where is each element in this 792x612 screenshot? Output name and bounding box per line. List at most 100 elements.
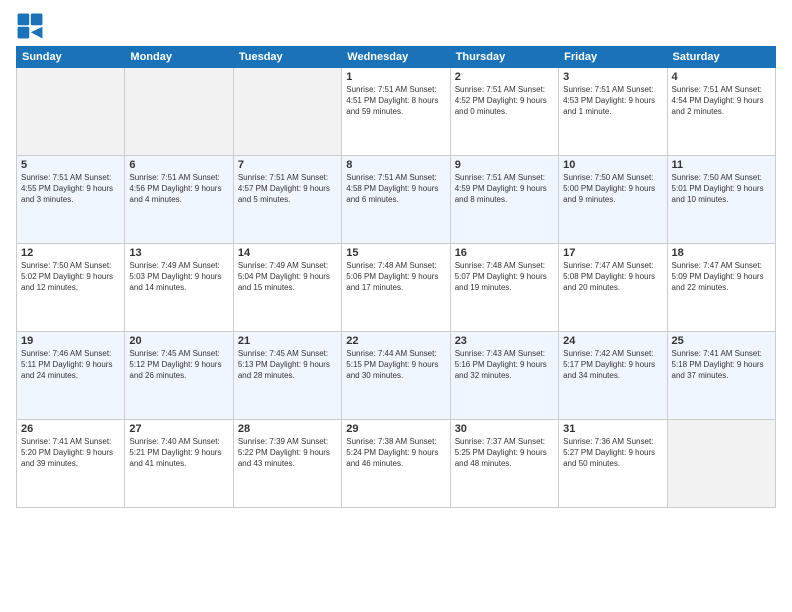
day-info: Sunrise: 7:40 AM Sunset: 5:21 PM Dayligh… (129, 436, 228, 470)
calendar-cell: 31Sunrise: 7:36 AM Sunset: 5:27 PM Dayli… (559, 420, 667, 508)
calendar-cell: 12Sunrise: 7:50 AM Sunset: 5:02 PM Dayli… (17, 244, 125, 332)
day-info: Sunrise: 7:47 AM Sunset: 5:08 PM Dayligh… (563, 260, 662, 294)
day-header-sunday: Sunday (17, 47, 125, 68)
calendar-cell: 16Sunrise: 7:48 AM Sunset: 5:07 PM Dayli… (450, 244, 558, 332)
day-info: Sunrise: 7:51 AM Sunset: 4:52 PM Dayligh… (455, 84, 554, 118)
header (16, 12, 776, 40)
day-info: Sunrise: 7:45 AM Sunset: 5:12 PM Dayligh… (129, 348, 228, 382)
day-number: 10 (563, 159, 662, 171)
day-info: Sunrise: 7:50 AM Sunset: 5:00 PM Dayligh… (563, 172, 662, 206)
calendar-body: 1Sunrise: 7:51 AM Sunset: 4:51 PM Daylig… (17, 68, 776, 508)
calendar-cell: 25Sunrise: 7:41 AM Sunset: 5:18 PM Dayli… (667, 332, 775, 420)
day-info: Sunrise: 7:43 AM Sunset: 5:16 PM Dayligh… (455, 348, 554, 382)
calendar-week-5: 26Sunrise: 7:41 AM Sunset: 5:20 PM Dayli… (17, 420, 776, 508)
calendar-week-3: 12Sunrise: 7:50 AM Sunset: 5:02 PM Dayli… (17, 244, 776, 332)
calendar-cell: 26Sunrise: 7:41 AM Sunset: 5:20 PM Dayli… (17, 420, 125, 508)
day-number: 19 (21, 335, 120, 347)
calendar-cell: 15Sunrise: 7:48 AM Sunset: 5:06 PM Dayli… (342, 244, 450, 332)
day-number: 6 (129, 159, 228, 171)
calendar-cell: 18Sunrise: 7:47 AM Sunset: 5:09 PM Dayli… (667, 244, 775, 332)
day-info: Sunrise: 7:51 AM Sunset: 4:53 PM Dayligh… (563, 84, 662, 118)
day-number: 27 (129, 423, 228, 435)
day-number: 13 (129, 247, 228, 259)
calendar-cell: 10Sunrise: 7:50 AM Sunset: 5:00 PM Dayli… (559, 156, 667, 244)
day-number: 3 (563, 71, 662, 83)
day-info: Sunrise: 7:41 AM Sunset: 5:20 PM Dayligh… (21, 436, 120, 470)
day-number: 31 (563, 423, 662, 435)
calendar-cell: 4Sunrise: 7:51 AM Sunset: 4:54 PM Daylig… (667, 68, 775, 156)
day-number: 21 (238, 335, 337, 347)
day-info: Sunrise: 7:51 AM Sunset: 4:51 PM Dayligh… (346, 84, 445, 118)
calendar-cell: 22Sunrise: 7:44 AM Sunset: 5:15 PM Dayli… (342, 332, 450, 420)
calendar-cell: 17Sunrise: 7:47 AM Sunset: 5:08 PM Dayli… (559, 244, 667, 332)
day-number: 14 (238, 247, 337, 259)
day-number: 8 (346, 159, 445, 171)
calendar-cell (667, 420, 775, 508)
day-header-wednesday: Wednesday (342, 47, 450, 68)
day-number: 25 (672, 335, 771, 347)
day-info: Sunrise: 7:47 AM Sunset: 5:09 PM Dayligh… (672, 260, 771, 294)
calendar-cell: 1Sunrise: 7:51 AM Sunset: 4:51 PM Daylig… (342, 68, 450, 156)
day-number: 15 (346, 247, 445, 259)
day-info: Sunrise: 7:50 AM Sunset: 5:01 PM Dayligh… (672, 172, 771, 206)
calendar-cell: 28Sunrise: 7:39 AM Sunset: 5:22 PM Dayli… (233, 420, 341, 508)
day-info: Sunrise: 7:46 AM Sunset: 5:11 PM Dayligh… (21, 348, 120, 382)
day-number: 29 (346, 423, 445, 435)
day-number: 7 (238, 159, 337, 171)
day-info: Sunrise: 7:36 AM Sunset: 5:27 PM Dayligh… (563, 436, 662, 470)
day-header-saturday: Saturday (667, 47, 775, 68)
day-header-tuesday: Tuesday (233, 47, 341, 68)
day-info: Sunrise: 7:38 AM Sunset: 5:24 PM Dayligh… (346, 436, 445, 470)
day-number: 30 (455, 423, 554, 435)
day-number: 23 (455, 335, 554, 347)
day-number: 26 (21, 423, 120, 435)
day-info: Sunrise: 7:41 AM Sunset: 5:18 PM Dayligh… (672, 348, 771, 382)
day-header-friday: Friday (559, 47, 667, 68)
day-info: Sunrise: 7:51 AM Sunset: 4:55 PM Dayligh… (21, 172, 120, 206)
day-number: 18 (672, 247, 771, 259)
calendar-cell: 30Sunrise: 7:37 AM Sunset: 5:25 PM Dayli… (450, 420, 558, 508)
day-info: Sunrise: 7:49 AM Sunset: 5:03 PM Dayligh… (129, 260, 228, 294)
calendar-cell: 29Sunrise: 7:38 AM Sunset: 5:24 PM Dayli… (342, 420, 450, 508)
calendar-cell: 20Sunrise: 7:45 AM Sunset: 5:12 PM Dayli… (125, 332, 233, 420)
calendar-cell: 19Sunrise: 7:46 AM Sunset: 5:11 PM Dayli… (17, 332, 125, 420)
logo-icon (16, 12, 44, 40)
day-number: 1 (346, 71, 445, 83)
day-number: 2 (455, 71, 554, 83)
calendar-header-row: SundayMondayTuesdayWednesdayThursdayFrid… (17, 47, 776, 68)
day-number: 17 (563, 247, 662, 259)
calendar-cell: 24Sunrise: 7:42 AM Sunset: 5:17 PM Dayli… (559, 332, 667, 420)
calendar-cell: 7Sunrise: 7:51 AM Sunset: 4:57 PM Daylig… (233, 156, 341, 244)
day-header-thursday: Thursday (450, 47, 558, 68)
calendar-week-4: 19Sunrise: 7:46 AM Sunset: 5:11 PM Dayli… (17, 332, 776, 420)
day-number: 16 (455, 247, 554, 259)
day-number: 12 (21, 247, 120, 259)
calendar-cell: 2Sunrise: 7:51 AM Sunset: 4:52 PM Daylig… (450, 68, 558, 156)
calendar-cell (125, 68, 233, 156)
calendar-cell: 11Sunrise: 7:50 AM Sunset: 5:01 PM Dayli… (667, 156, 775, 244)
calendar-cell (17, 68, 125, 156)
day-number: 28 (238, 423, 337, 435)
day-info: Sunrise: 7:48 AM Sunset: 5:07 PM Dayligh… (455, 260, 554, 294)
page: SundayMondayTuesdayWednesdayThursdayFrid… (0, 0, 792, 612)
day-info: Sunrise: 7:45 AM Sunset: 5:13 PM Dayligh… (238, 348, 337, 382)
calendar-week-1: 1Sunrise: 7:51 AM Sunset: 4:51 PM Daylig… (17, 68, 776, 156)
day-number: 5 (21, 159, 120, 171)
day-info: Sunrise: 7:49 AM Sunset: 5:04 PM Dayligh… (238, 260, 337, 294)
calendar-cell: 23Sunrise: 7:43 AM Sunset: 5:16 PM Dayli… (450, 332, 558, 420)
calendar-cell: 9Sunrise: 7:51 AM Sunset: 4:59 PM Daylig… (450, 156, 558, 244)
day-number: 4 (672, 71, 771, 83)
day-number: 24 (563, 335, 662, 347)
calendar-cell: 14Sunrise: 7:49 AM Sunset: 5:04 PM Dayli… (233, 244, 341, 332)
calendar-week-2: 5Sunrise: 7:51 AM Sunset: 4:55 PM Daylig… (17, 156, 776, 244)
day-info: Sunrise: 7:37 AM Sunset: 5:25 PM Dayligh… (455, 436, 554, 470)
day-info: Sunrise: 7:39 AM Sunset: 5:22 PM Dayligh… (238, 436, 337, 470)
calendar-cell: 5Sunrise: 7:51 AM Sunset: 4:55 PM Daylig… (17, 156, 125, 244)
calendar-cell: 3Sunrise: 7:51 AM Sunset: 4:53 PM Daylig… (559, 68, 667, 156)
day-number: 22 (346, 335, 445, 347)
day-info: Sunrise: 7:51 AM Sunset: 4:57 PM Dayligh… (238, 172, 337, 206)
calendar-cell (233, 68, 341, 156)
day-info: Sunrise: 7:50 AM Sunset: 5:02 PM Dayligh… (21, 260, 120, 294)
calendar-cell: 6Sunrise: 7:51 AM Sunset: 4:56 PM Daylig… (125, 156, 233, 244)
day-number: 11 (672, 159, 771, 171)
